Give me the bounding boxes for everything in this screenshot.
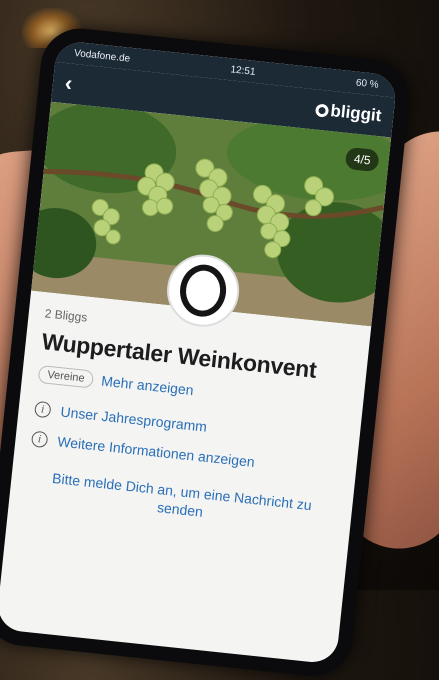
back-icon[interactable]: ‹ — [64, 70, 74, 97]
more-link[interactable]: Mehr anzeigen — [101, 373, 195, 399]
category-tag: Vereine — [37, 364, 95, 389]
logo-mark-icon — [314, 102, 330, 118]
smartphone: Vodafone.de 12:51 60 % ‹ bliggit 4/5 2 B… — [0, 24, 413, 680]
program-link[interactable]: Unser Jahresprogramm — [60, 403, 208, 434]
more-info-link[interactable]: Weitere Informationen anzeigen — [57, 433, 256, 470]
battery-label: 60 % — [355, 77, 380, 91]
image-counter: 4/5 — [344, 146, 380, 173]
login-prompt[interactable]: Bitte melde Dich an, um eine Nachricht z… — [35, 467, 327, 533]
club-details: 2 Bliggs Wuppertaler Weinkonvent Vereine… — [8, 291, 371, 549]
bliggit-logo: bliggit — [314, 99, 383, 126]
club-logo-icon — [177, 262, 229, 319]
carrier-label: Vodafone.de — [73, 47, 131, 65]
info-icon: i — [33, 400, 52, 419]
clock: 12:51 — [229, 63, 257, 78]
logo-text: bliggit — [329, 101, 383, 126]
phone-screen: Vodafone.de 12:51 60 % ‹ bliggit 4/5 2 B… — [0, 40, 398, 665]
info-icon: i — [30, 430, 49, 449]
